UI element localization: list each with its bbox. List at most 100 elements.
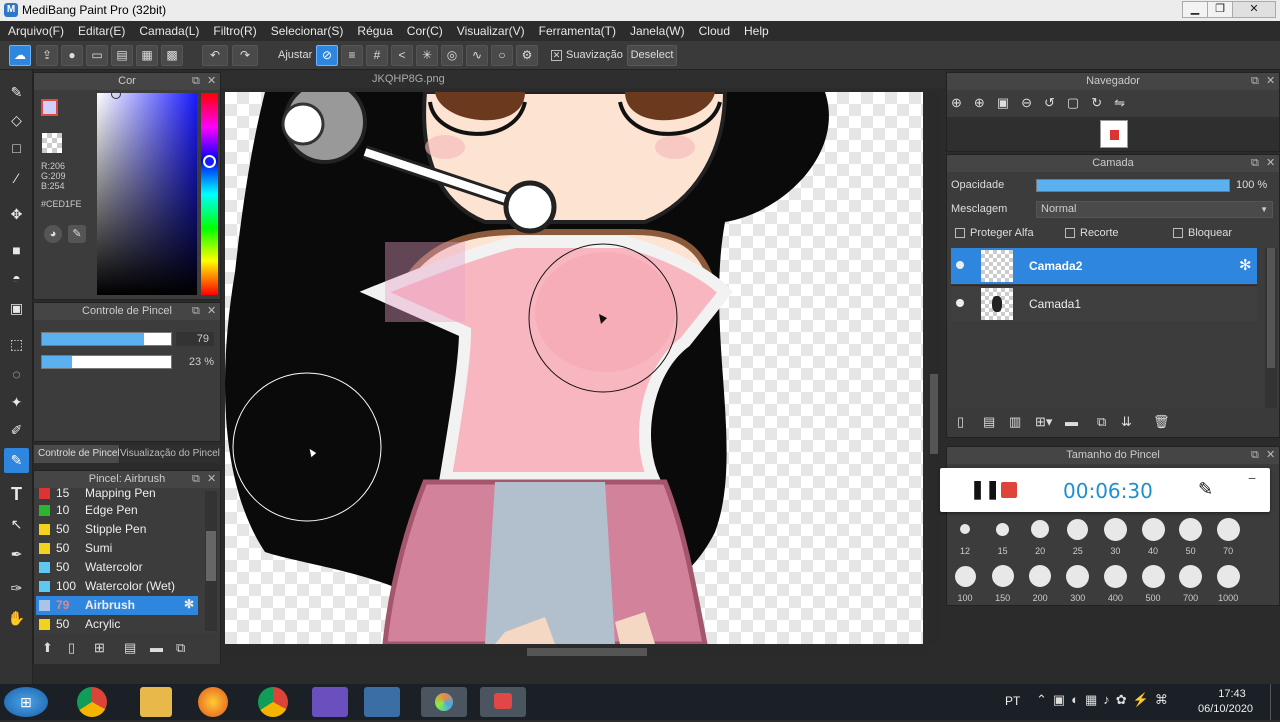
- close-icon[interactable]: ✕: [207, 303, 216, 320]
- select-tool-icon[interactable]: ⬚: [4, 332, 29, 357]
- brush-size-preset[interactable]: [1216, 564, 1240, 588]
- brush-size-preset[interactable]: [1066, 564, 1090, 588]
- new-brush-icon[interactable]: ▯: [68, 640, 75, 656]
- cloud-brush-icon[interactable]: ⬆: [42, 640, 53, 656]
- pen-icon[interactable]: ✎: [1198, 479, 1213, 500]
- menu-editar[interactable]: Editar(E): [78, 24, 125, 38]
- document-tab[interactable]: JKQHP8G.png: [221, 70, 945, 88]
- brush-item[interactable]: 50 Stipple Pen: [36, 520, 198, 539]
- brush-size-preset[interactable]: [1141, 517, 1165, 541]
- brush-opacity-slider[interactable]: [41, 355, 172, 369]
- brush-item[interactable]: 100 Watercolor (Wet): [36, 577, 198, 596]
- layer-row[interactable]: Camada1: [951, 285, 1257, 321]
- zoom-in-icon[interactable]: ⊕: [951, 95, 974, 110]
- comment-icon[interactable]: ▭: [86, 45, 108, 66]
- deselect-button[interactable]: Deselect: [627, 45, 677, 66]
- popout-icon[interactable]: ⧉: [192, 303, 200, 320]
- stop-icon[interactable]: [1001, 482, 1017, 498]
- brush-size-preset[interactable]: [1179, 564, 1203, 588]
- photos-icon[interactable]: [364, 687, 400, 717]
- menu-filtro[interactable]: Filtro(R): [213, 24, 256, 38]
- chrome-icon[interactable]: [77, 687, 107, 717]
- popout-icon[interactable]: ⧉: [192, 73, 200, 90]
- close-icon[interactable]: ✕: [1266, 447, 1275, 464]
- vertical-scrollbar[interactable]: [928, 92, 940, 644]
- tab-brush-control[interactable]: Controle de Pincel: [34, 445, 119, 463]
- brush-size-preset[interactable]: [1141, 564, 1165, 588]
- operation-tool-icon[interactable]: ↖: [4, 512, 29, 537]
- brush-list-scrollbar[interactable]: [205, 491, 217, 631]
- menu-camada[interactable]: Camada(L): [139, 24, 199, 38]
- hand-tool-icon[interactable]: ✋: [4, 606, 29, 631]
- concentric-snap-icon[interactable]: ◎: [441, 45, 463, 66]
- new-8bit-layer-icon[interactable]: ▥: [1009, 414, 1021, 430]
- page-icon[interactable]: ▤: [111, 45, 133, 66]
- medibang-taskbar-icon[interactable]: [421, 687, 467, 717]
- blend-mode-select[interactable]: Normal ▼: [1036, 201, 1273, 218]
- brush-size-preset[interactable]: [996, 522, 1010, 536]
- brush-size-preset[interactable]: [1031, 520, 1050, 538]
- brush-item[interactable]: 50 Sumi: [36, 539, 198, 558]
- new-halftone-layer-icon[interactable]: ▤: [983, 414, 995, 430]
- close-button[interactable]: ✕: [1232, 1, 1276, 18]
- show-desktop-button[interactable]: [1270, 684, 1280, 720]
- color-picker-cursor[interactable]: [111, 89, 121, 99]
- brush-size-value[interactable]: 79: [176, 332, 214, 346]
- curve-snap-icon[interactable]: ∿: [466, 45, 488, 66]
- horizontal-scrollbar[interactable]: [225, 646, 928, 658]
- saturation-value-field[interactable]: [97, 93, 197, 295]
- gear-icon[interactable]: ⚙: [516, 45, 538, 66]
- bucket-tool-icon[interactable]: ◓: [4, 266, 29, 291]
- popout-icon[interactable]: ⧉: [1251, 447, 1259, 464]
- drawing-canvas[interactable]: [225, 92, 923, 644]
- text-tool-icon[interactable]: T: [4, 482, 29, 507]
- reset-view-icon[interactable]: ▢: [1067, 95, 1091, 110]
- folder-icon[interactable]: ▬: [150, 640, 163, 655]
- new-layer-icon[interactable]: ▯: [957, 414, 964, 430]
- close-icon[interactable]: ✕: [207, 471, 216, 488]
- close-icon[interactable]: ✕: [1266, 73, 1275, 90]
- menu-cor[interactable]: Cor(C): [407, 24, 443, 38]
- vanishing-point-icon[interactable]: <: [391, 45, 413, 66]
- file-explorer-icon[interactable]: [140, 687, 172, 717]
- speech-bubble-icon[interactable]: ●: [61, 45, 83, 66]
- gear-icon[interactable]: ✻: [184, 597, 194, 611]
- fit-icon[interactable]: ▣: [997, 95, 1021, 110]
- menu-arquivo[interactable]: Arquivo(F): [8, 24, 64, 38]
- brush-size-preset[interactable]: [1029, 565, 1052, 587]
- tray-icons[interactable]: ⌃▣◐▦♪✿⚡⌘: [1036, 692, 1174, 708]
- menu-regua[interactable]: Régua: [357, 24, 392, 38]
- visibility-icon[interactable]: [956, 299, 964, 307]
- select-eraser-icon[interactable]: ✎: [4, 448, 29, 473]
- tab-brush-preview[interactable]: Visualização do Pincel: [120, 445, 220, 463]
- rotate-left-icon[interactable]: ↺: [1044, 95, 1067, 110]
- brush-item[interactable]: 50 Acrylic: [36, 615, 198, 634]
- primary-color-swatch[interactable]: [41, 99, 58, 116]
- brush-size-preset[interactable]: [1103, 564, 1127, 588]
- gradient-tool-icon[interactable]: ▣: [4, 296, 29, 321]
- fill-rect-icon[interactable]: ■: [4, 238, 29, 263]
- duplicate-layer-icon[interactable]: ⧉: [1097, 414, 1106, 430]
- zoom-in-alt-icon[interactable]: ⊕: [974, 95, 997, 110]
- brush-size-slider[interactable]: [41, 332, 172, 346]
- gear-icon[interactable]: ✻: [1239, 256, 1252, 274]
- undo-icon[interactable]: ↶: [202, 45, 228, 66]
- visibility-icon[interactable]: [956, 261, 964, 269]
- menu-ferramenta[interactable]: Ferramenta(T): [539, 24, 616, 38]
- brush-size-preset[interactable]: [960, 524, 970, 534]
- navigator-preview[interactable]: [947, 117, 1279, 151]
- brush-size-preset[interactable]: [1216, 517, 1240, 541]
- upload-icon[interactable]: ⇪: [36, 45, 58, 66]
- radial-snap-icon[interactable]: ✳: [416, 45, 438, 66]
- language-indicator[interactable]: PT: [1005, 694, 1020, 708]
- close-icon[interactable]: ✕: [1266, 155, 1275, 172]
- hue-slider-handle[interactable]: [203, 155, 216, 168]
- popout-icon[interactable]: ⧉: [1251, 73, 1259, 90]
- smoothing-checkbox[interactable]: ✕: [551, 50, 562, 61]
- chrome-alt-icon[interactable]: [258, 687, 288, 717]
- popout-icon[interactable]: ⧉: [1251, 155, 1259, 172]
- layer-opacity-slider[interactable]: [1036, 179, 1230, 192]
- menu-selecionar[interactable]: Selecionar(S): [271, 24, 344, 38]
- add-layer-menu-icon[interactable]: ⊞▾: [1035, 414, 1052, 430]
- zoom-out-icon[interactable]: ⊖: [1021, 95, 1044, 110]
